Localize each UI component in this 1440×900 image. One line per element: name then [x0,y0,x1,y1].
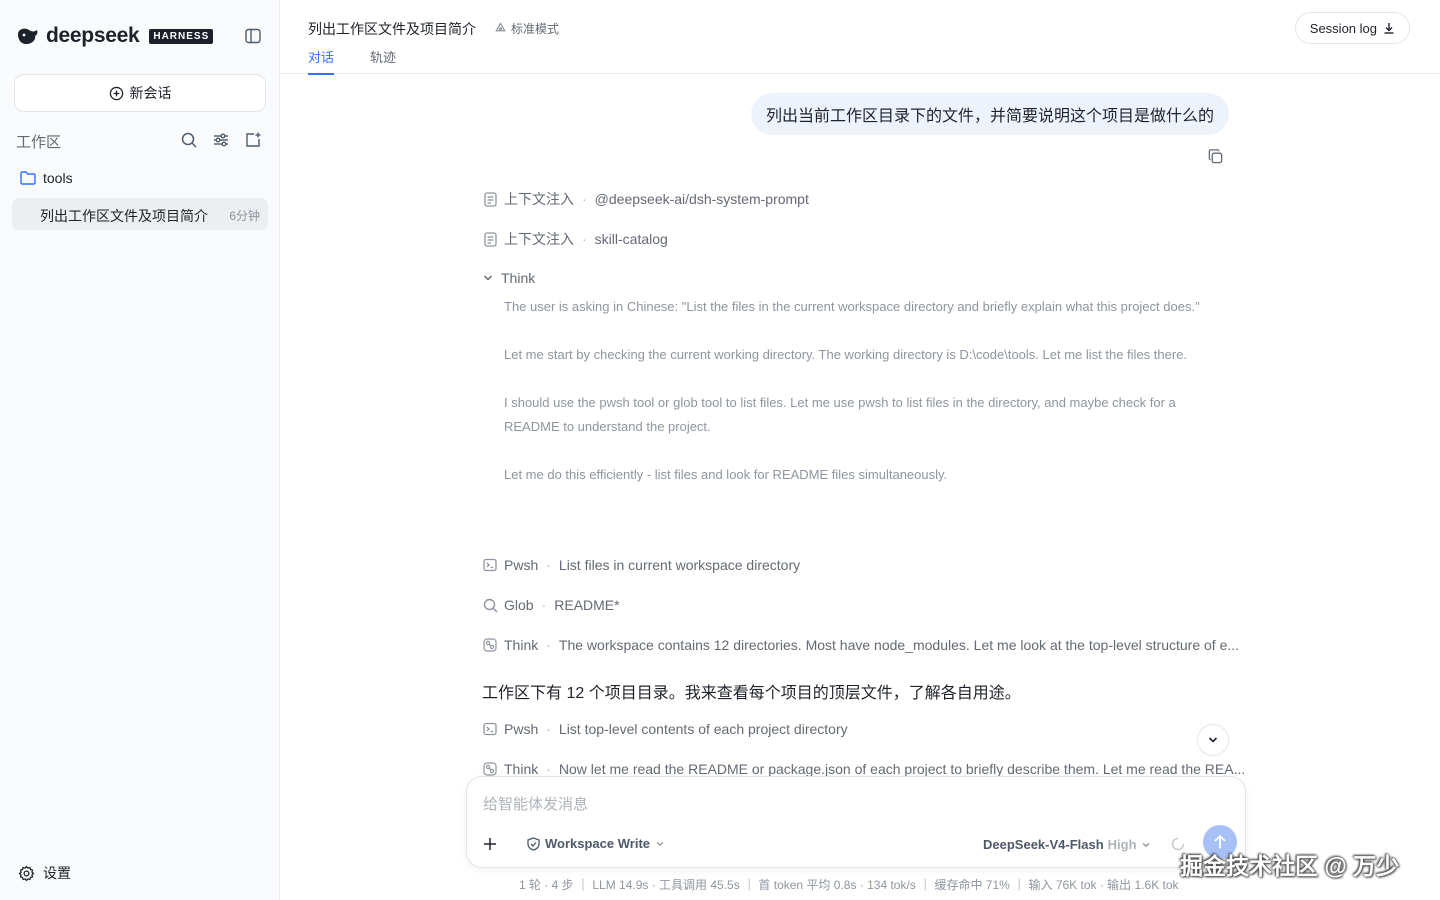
tool-step-glob[interactable]: Glob · README* [482,597,620,613]
step-kind: Pwsh [504,721,539,737]
model-label: DeepSeek-V4-Flash [983,837,1104,852]
think-content: The user is asking in Chinese: "List the… [504,295,1230,511]
gear-icon [18,865,35,882]
run-stats: 1 轮 · 4 步 ｜ LLM 14.9s · 工具调用 45.5s ｜ 首 t… [519,878,1179,892]
think-paragraph: Let me start by checking the current wor… [504,347,1188,362]
session-log-label: Session log [1309,20,1377,36]
step-detail: README* [554,597,620,613]
brand-logo[interactable]: deepseek HARNESS [16,24,214,48]
assistant-message: 工作区下有 12 个项目目录。我来查看每个项目的顶层文件，了解各自用途。 [482,685,1021,702]
step-detail: The workspace contains 12 directories. M… [558,637,1240,653]
terminal-icon [482,721,498,737]
step-detail: List top-level contents of each project … [558,721,848,737]
brain-icon [482,637,498,653]
think-paragraph: The user is asking in Chinese: "List the… [504,299,1200,314]
whale-logo-icon [16,26,40,46]
tool-step-pwsh[interactable]: Pwsh · List files in current workspace d… [482,557,800,573]
chevron-down-icon [1207,734,1219,746]
message-input[interactable]: 给智能体发消息 [483,793,588,814]
shield-icon [527,836,540,851]
step-detail: @deepseek-ai/dsh-system-prompt [594,191,809,207]
step-kind: Think [504,637,539,653]
recycle-mode-icon [494,22,507,35]
session-time: 6分钟 [229,209,260,223]
think-toggle[interactable]: Think [482,270,535,286]
new-chat-label: 新会话 [129,85,172,101]
step-kind: Pwsh [504,557,539,573]
session-title: 列出工作区文件及项目简介 [40,208,208,224]
brain-icon [482,761,498,777]
step-kind: 上下文注入 [504,231,574,247]
permission-label: Workspace Write [545,836,651,851]
brand-name: deepseek [46,24,140,47]
search-icon[interactable] [180,131,198,149]
chevron-down-icon [482,272,494,284]
context-injection-step[interactable]: 上下文注入 · skill-catalog [482,229,668,249]
user-message-bubble: 列出当前工作区目录下的文件，并简要说明这个项目是做什么的 [751,93,1229,135]
step-kind: Glob [504,597,534,613]
think-paragraph: Let me do this efficiently - list files … [504,467,948,482]
step-kind: 上下文注入 [504,191,574,207]
effort-label: High [1107,837,1137,852]
document-icon [482,231,498,247]
permission-selector[interactable]: Workspace Write [527,836,665,851]
tool-step-pwsh[interactable]: Pwsh · List top-level contents of each p… [482,721,848,737]
chevron-down-icon [655,839,665,849]
document-icon [482,191,498,207]
download-icon [1383,22,1395,34]
tool-step-think[interactable]: Think · Now let me read the README or pa… [482,761,1245,777]
new-chat-button[interactable]: 新会话 [14,74,266,112]
model-selector[interactable]: DeepSeek-V4-Flash High [983,837,1151,852]
sidebar-toggle-icon[interactable] [244,27,262,45]
sidebar: deepseek HARNESS 新会话 工作区 tools 列出工作区文件及项… [0,0,280,900]
session-item[interactable]: 列出工作区文件及项目简介 6分钟 [12,198,268,230]
filter-sliders-icon[interactable] [212,131,230,149]
folder-label: tools [43,170,73,186]
workspace-folder-tools[interactable]: tools [20,170,73,186]
think-label: Think [501,270,536,286]
workspace-label: 工作区 [16,134,62,151]
brand-badge: HARNESS [149,28,214,44]
main-header: 列出工作区文件及项目简介 标准模式 对话 轨迹 Session log [280,0,1440,75]
step-detail: List files in current workspace director… [558,557,801,573]
terminal-icon [482,557,498,573]
page-title: 列出工作区文件及项目简介 [308,21,476,37]
step-detail: Now let me read the README or package.js… [558,761,1246,777]
plus-circle-icon [109,86,124,101]
workspace-toolbar [180,131,262,149]
search-icon [482,597,498,613]
settings-label: 设置 [43,865,71,881]
scroll-to-bottom-button[interactable] [1197,724,1229,756]
tool-step-think[interactable]: Think · The workspace contains 12 direct… [482,637,1239,653]
step-kind: Think [504,761,539,777]
tab-conversation[interactable]: 对话 [308,47,335,75]
mode-indicator[interactable]: 标准模式 [494,20,559,37]
session-log-button[interactable]: Session log [1294,12,1410,44]
tab-trace[interactable]: 轨迹 [370,47,396,73]
settings-button[interactable]: 设置 [18,863,71,883]
context-injection-step[interactable]: 上下文注入 · @deepseek-ai/dsh-system-prompt [482,189,809,209]
attach-button[interactable] [477,831,503,857]
folder-icon [20,171,36,185]
new-folder-icon[interactable] [244,131,262,149]
chevron-down-icon [1141,840,1151,850]
step-detail: skill-catalog [594,231,668,247]
copy-icon[interactable] [1207,148,1224,165]
watermark: 掘金技术社区 @ 万少 [1180,853,1400,879]
think-paragraph: I should use the pwsh tool or glob tool … [504,395,1176,434]
plus-icon [483,837,497,851]
message-composer: 给智能体发消息 Workspace Write DeepSeek-V4-Flas… [466,776,1246,868]
mode-label: 标准模式 [511,22,560,36]
